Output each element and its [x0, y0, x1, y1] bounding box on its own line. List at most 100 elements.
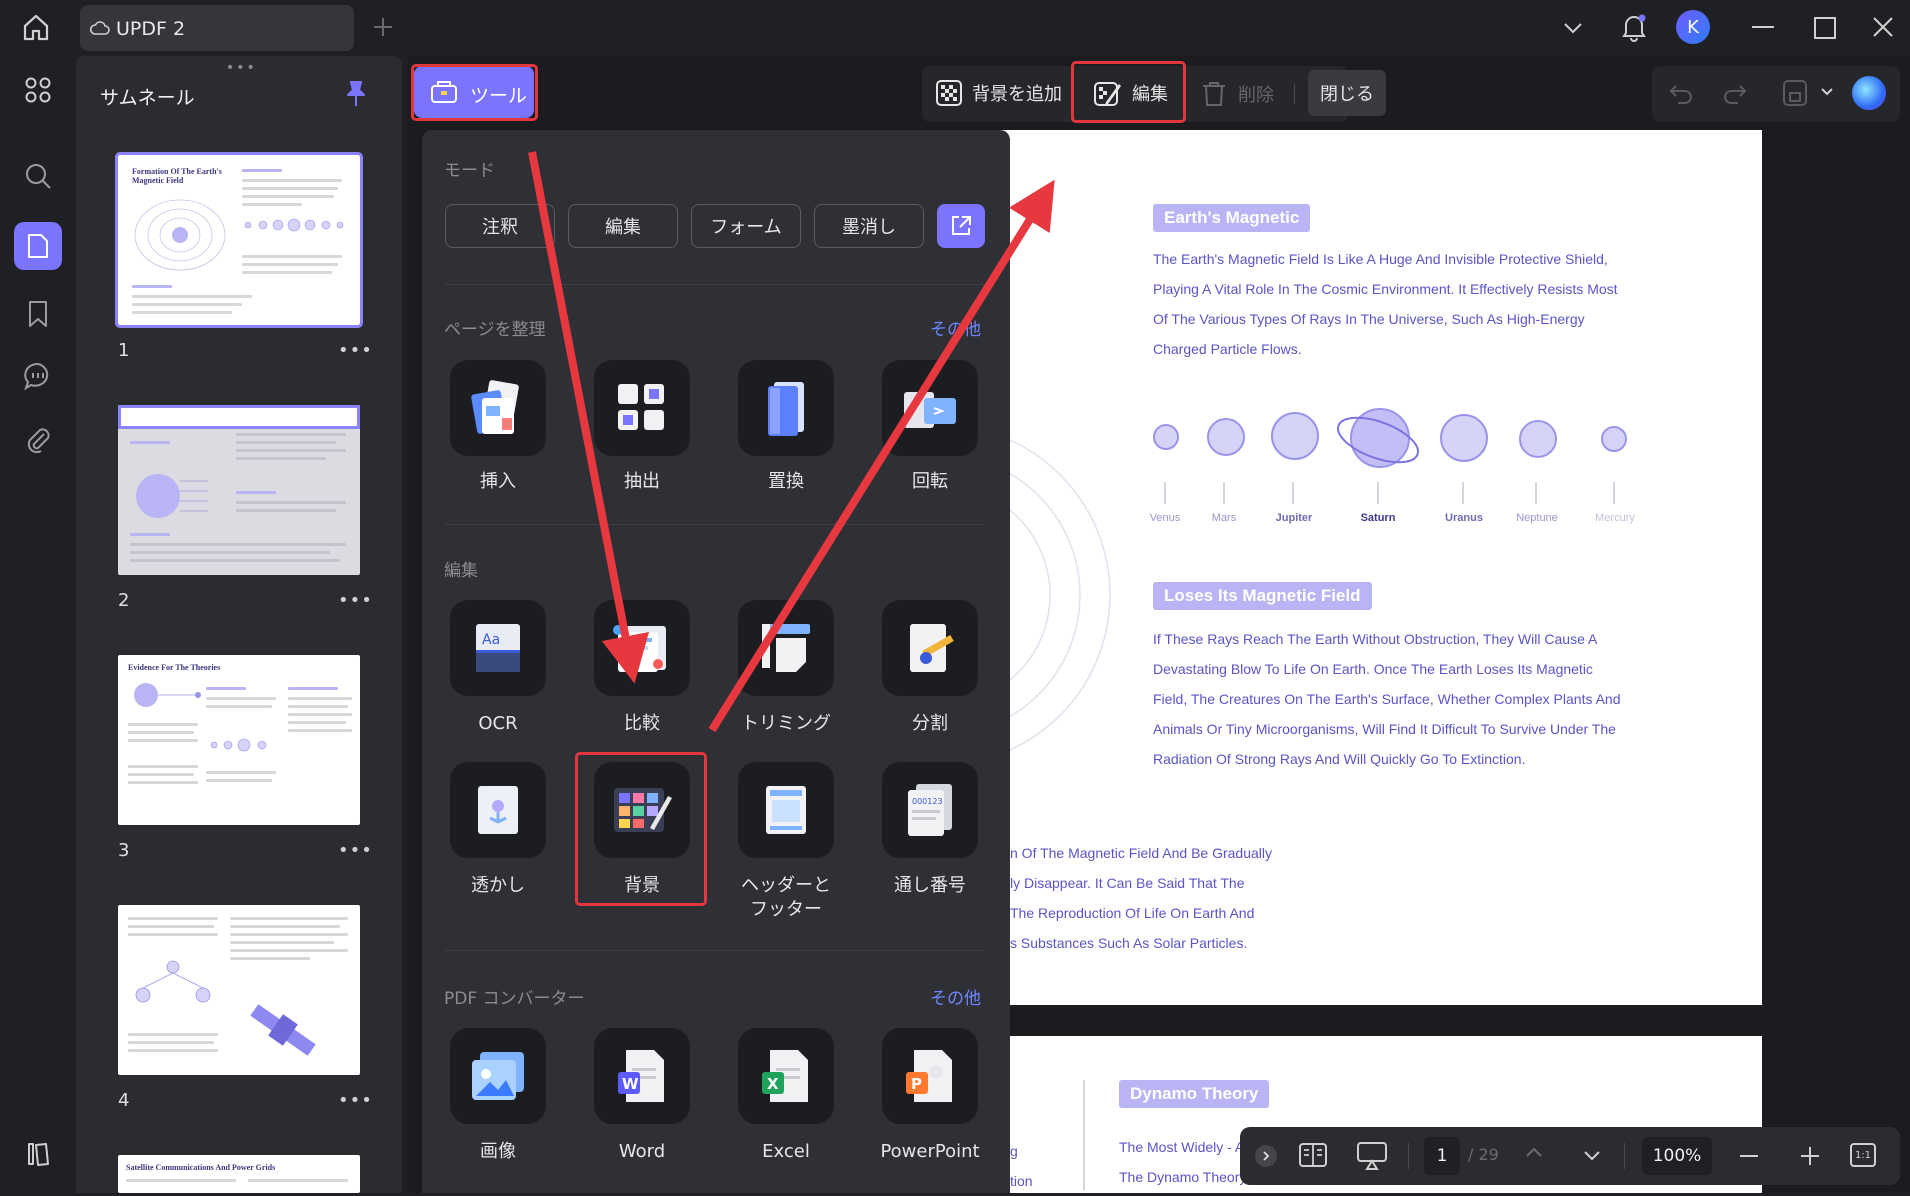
mode-redact-button[interactable]: 墨消し [814, 204, 924, 248]
redo-icon[interactable] [1722, 80, 1748, 106]
paragraph-line: Charged Particle Flows. [1153, 341, 1302, 357]
split-icon [910, 624, 954, 672]
delete-background-button[interactable]: 削除 [1200, 80, 1274, 108]
add-background-button[interactable]: 背景を追加 [936, 80, 1062, 106]
previous-page-icon[interactable] [1524, 1145, 1544, 1159]
thumbnail-more-button[interactable]: ••• [338, 590, 373, 611]
crop-tool-label: トリミング [741, 713, 831, 734]
notification-bell-icon[interactable] [1620, 12, 1648, 42]
page-thumbnail-3[interactable]: Evidence For The Theories [118, 655, 360, 825]
bookmark-icon[interactable] [14, 290, 62, 338]
planet-uranus [1440, 414, 1488, 462]
watermark-tool[interactable] [450, 762, 546, 858]
save-icon[interactable] [1782, 79, 1808, 107]
page-thumbnail-5[interactable]: Satellite Communications And Power Grids [118, 1155, 360, 1193]
insert-pages-icon [471, 380, 519, 434]
convert-word-tool[interactable]: W [594, 1028, 690, 1124]
thumbnail-more-button[interactable]: ••• [338, 840, 373, 861]
layers-icon[interactable] [14, 1130, 62, 1178]
document-tab[interactable]: UPDF 2 [80, 5, 354, 51]
image-icon [472, 1052, 524, 1100]
svg-text:000123: 000123 [912, 797, 943, 806]
highlight-box-tools [411, 64, 538, 121]
organize-section-title: ページを整理 [444, 320, 546, 340]
minimize-icon[interactable] [1752, 26, 1774, 28]
crop-tool[interactable] [738, 600, 834, 696]
thumbnails-page-icon[interactable] [14, 222, 62, 270]
saturn-ring [1337, 416, 1419, 464]
replace-pages-icon [768, 382, 804, 436]
zoom-level-input[interactable]: 100% [1642, 1137, 1712, 1175]
left-rail [0, 56, 76, 1193]
page-thumbnail-4[interactable] [118, 905, 360, 1075]
convert-image-tool[interactable] [450, 1028, 546, 1124]
svg-text:W: W [622, 1075, 639, 1093]
convert-excel-tool[interactable]: X [738, 1028, 834, 1124]
attachment-icon[interactable] [14, 416, 62, 464]
maximize-icon[interactable] [1814, 17, 1836, 39]
comment-icon[interactable] [14, 352, 62, 400]
section-heading: Dynamo Theory [1119, 1080, 1270, 1108]
split-tool[interactable] [882, 600, 978, 696]
extract-tool[interactable] [594, 360, 690, 456]
search-icon[interactable] [14, 152, 62, 200]
close-window-icon[interactable] [1872, 16, 1894, 38]
highlight-box-background [575, 752, 707, 906]
close-background-button[interactable]: 閉じる [1308, 70, 1386, 116]
mode-annotate-button[interactable]: 注釈 [445, 204, 555, 248]
split-tool-label: 分割 [912, 713, 948, 734]
converter-more-link[interactable]: その他 [930, 984, 981, 1009]
rotate-tool-label: 回転 [912, 471, 948, 492]
new-tab-plus-icon[interactable] [372, 16, 394, 38]
thumbnail-heading: Evidence For The Theories [128, 663, 221, 672]
zoom-in-icon[interactable] [1800, 1146, 1820, 1166]
actual-size-button[interactable]: 1:1 [1850, 1143, 1876, 1167]
mode-section-title: モード [444, 161, 495, 181]
excel-icon: X [762, 1050, 808, 1102]
ai-assistant-icon[interactable] [1852, 76, 1886, 110]
svg-text:Aa: Aa [482, 632, 500, 648]
paragraph-line: If These Rays Reach The Earth Without Ob… [1153, 631, 1598, 647]
ocr-tool[interactable]: Aa [450, 600, 546, 696]
undo-icon[interactable] [1668, 80, 1694, 106]
paragraph-line: Radiation Of Strong Rays And Will Quickl… [1153, 751, 1526, 767]
convert-powerpoint-tool[interactable]: P [882, 1028, 978, 1124]
page-layout-icon[interactable] [1298, 1142, 1328, 1168]
user-avatar[interactable]: K [1676, 10, 1710, 44]
bates-numbering-tool-label: 通し番号 [894, 875, 966, 896]
chevron-down-icon[interactable] [1562, 18, 1584, 38]
section-heading: Loses Its Magnetic Field [1153, 582, 1372, 610]
planet-mars [1207, 418, 1245, 456]
presentation-icon[interactable] [1356, 1141, 1388, 1171]
current-page-input[interactable]: 1 [1424, 1137, 1460, 1175]
save-dropdown-chevron-icon[interactable] [1820, 86, 1834, 98]
replace-tool[interactable] [738, 360, 834, 456]
bar-divider [1408, 1143, 1409, 1169]
bates-numbering-tool[interactable]: 000123 [882, 762, 978, 858]
page-thumbnail-1[interactable]: Formation Of The Earth's Magnetic Field [115, 152, 363, 328]
expand-arrow-icon[interactable] [1255, 1145, 1277, 1167]
rotate-tool[interactable] [882, 360, 978, 456]
paragraph-line: The Dynamo Theory [1119, 1169, 1247, 1185]
pin-icon[interactable] [344, 80, 368, 108]
extract-pages-icon [618, 384, 664, 430]
thumbnail-page-number: 1 [118, 340, 130, 361]
compare-tool[interactable] [594, 600, 690, 696]
apps-grid-icon[interactable] [14, 66, 62, 114]
mode-form-button[interactable]: フォーム [691, 204, 801, 248]
insert-tool[interactable] [450, 360, 546, 456]
paragraph-line: The Reproduction Of Life On Earth And [1010, 905, 1255, 921]
page-thumbnail-2[interactable] [118, 405, 360, 575]
panel-resize-handle[interactable]: ••• [226, 60, 257, 76]
open-external-button[interactable] [937, 204, 985, 248]
thumbnail-more-button[interactable]: ••• [338, 340, 373, 361]
header-footer-tool[interactable] [738, 762, 834, 858]
add-background-label: 背景を追加 [972, 84, 1062, 105]
next-page-icon[interactable] [1582, 1149, 1602, 1163]
thumbnail-more-button[interactable]: ••• [338, 1090, 373, 1111]
mode-edit-button[interactable]: 編集 [568, 204, 678, 248]
header-footer-tool-label: ヘッダーと フッター [741, 875, 831, 920]
zoom-out-icon[interactable] [1740, 1155, 1758, 1157]
home-icon[interactable] [20, 12, 52, 44]
organize-more-link[interactable]: その他 [930, 315, 981, 340]
